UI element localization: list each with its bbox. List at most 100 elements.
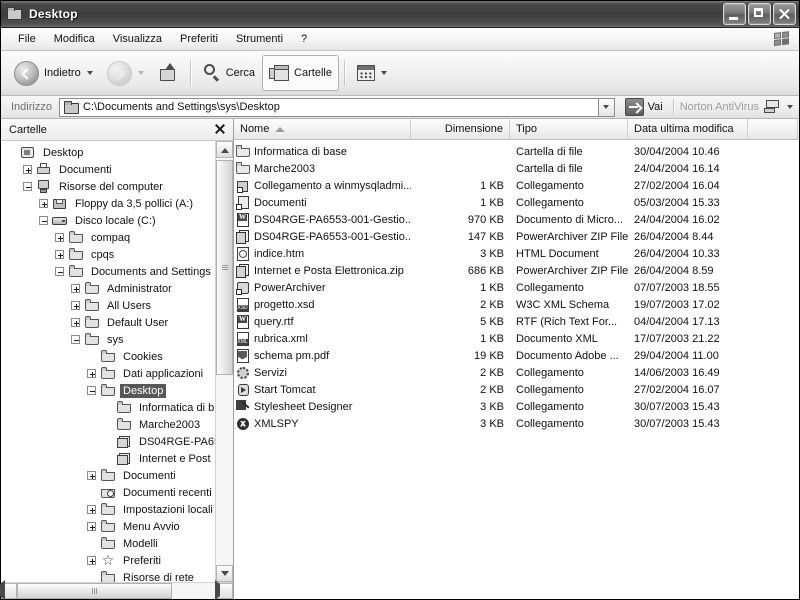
collapse-icon[interactable] [87,386,96,395]
expand-icon[interactable] [87,369,96,378]
back-button[interactable]: Indietro [7,55,100,91]
expand-icon[interactable] [87,522,96,531]
file-size-cell: 3 KB [480,417,504,430]
table-row[interactable]: Stylesheet Designer 3 KB Collegamento 30/07… [234,398,799,415]
tree-item[interactable]: Preferiti [1,552,215,569]
tree-item[interactable]: Cookies [1,348,215,365]
collapse-icon[interactable] [71,335,80,344]
tree-vertical-scrollbar[interactable] [215,141,233,582]
tree-item[interactable]: Risorse del computer [1,178,215,195]
table-row[interactable]: rubrica.xml 1 KB Documento XML 17/07/2003 2… [234,330,799,347]
tree-item[interactable]: Menu Avvio [1,518,215,535]
views-button[interactable] [350,55,394,91]
tree-vscroll-track[interactable] [216,158,233,565]
tree-vscroll-thumb[interactable] [216,160,233,375]
close-icon[interactable] [213,122,227,136]
menu-modifica[interactable]: Modifica [45,31,104,47]
table-row[interactable]: DS04RGE-PA6553-001-Gestio... 147 KB PowerA… [234,228,799,245]
tree-item[interactable]: Internet e Post [1,450,215,467]
tree-item[interactable]: cpqs [1,246,215,263]
address-dropdown-button[interactable] [597,97,615,117]
column-header[interactable]: Dimensione [411,119,510,139]
expand-icon[interactable] [87,556,96,565]
table-row[interactable]: indice.htm 3 KB HTML Document 26/04/2004 10… [234,245,799,262]
table-row[interactable]: Informatica di base Cartella di file 30/04… [234,143,799,160]
table-row[interactable]: Start Tomcat 2 KB Collegamento 27/02/2004 1… [234,381,799,398]
tree-item[interactable]: Floppy da 3,5 pollici (A:) [1,195,215,212]
back-dropdown-icon[interactable] [86,71,93,75]
column-header[interactable] [748,119,798,139]
scroll-right-button[interactable] [215,580,233,600]
tree-item[interactable]: Administrator [1,280,215,297]
minimize-button[interactable] [723,3,746,25]
tree-item[interactable]: Documents and Settings [1,263,215,280]
close-button[interactable] [773,3,796,25]
expand-icon[interactable] [39,199,48,208]
table-row[interactable]: Collegamento a winmysqladmi... 1 KB Colleg… [234,177,799,194]
file-list-body[interactable]: Informatica di base Cartella di file 30/04… [234,140,799,599]
table-row[interactable]: PowerArchiver 1 KB Collegamento 07/07/2003 … [234,279,799,296]
norton-dropdown-icon[interactable] [787,105,793,109]
menu-help[interactable]: ? [292,31,316,47]
tree-item[interactable]: Documenti [1,467,215,484]
tree-item[interactable]: All Users [1,297,215,314]
scroll-up-button[interactable] [216,141,233,158]
menu-visualizza[interactable]: Visualizza [104,31,171,47]
expand-icon[interactable] [87,471,96,480]
tree-item[interactable]: Documenti [1,161,215,178]
forward-button[interactable] [100,55,151,91]
maximize-button[interactable] [748,3,771,25]
tree-item[interactable]: DS04RGE-PA65 [1,433,215,450]
tree-item[interactable]: Default User [1,314,215,331]
tree-item[interactable]: Informatica di b [1,399,215,416]
table-row[interactable]: Documenti 1 KB Collegamento 05/03/2004 15.3… [234,194,799,211]
table-row[interactable]: progetto.xsd 2 KB W3C XML Schema 19/07/2003… [234,296,799,313]
tree-item[interactable]: Modelli [1,535,215,552]
tree-item[interactable]: Marche2003 [1,416,215,433]
table-row[interactable]: DS04RGE-PA6553-001-Gestio... 970 KB Docume… [234,211,799,228]
tree-item[interactable]: Desktop [1,382,215,399]
table-row[interactable]: schema pm.pdf 19 KB Documento Adobe ... 29/… [234,347,799,364]
tree-hscroll-thumb[interactable] [17,583,172,599]
tree-item[interactable]: Dati applicazioni [1,365,215,382]
tree-item[interactable]: compaq [1,229,215,246]
column-header[interactable]: Tipo [510,119,628,139]
views-dropdown-icon[interactable] [380,71,387,75]
collapse-icon[interactable] [55,267,64,276]
collapse-icon[interactable] [23,182,32,191]
folders-tree[interactable]: Desktop Documenti Risorse del computer Flop… [1,141,215,582]
expand-icon[interactable] [71,318,80,327]
tree-hscroll-track[interactable] [17,583,217,599]
expand-icon[interactable] [71,301,80,310]
tree-item[interactable]: Documenti recenti [1,484,215,501]
tree-item[interactable]: Impostazioni locali [1,501,215,518]
expand-icon[interactable] [23,165,32,174]
go-button[interactable]: Vai [621,97,667,117]
tree-item[interactable]: Disco locale (C:) [1,212,215,229]
address-input[interactable]: C:\Documents and Settings\sys\Desktop [58,97,598,117]
expand-icon[interactable] [55,250,64,259]
tree-horizontal-scrollbar[interactable] [0,580,233,600]
norton-antivirus-bar[interactable]: Norton AntiVirus [680,100,795,114]
expand-icon[interactable] [87,505,96,514]
up-button[interactable] [151,55,185,91]
tree-item[interactable]: Desktop [1,144,215,161]
collapse-icon[interactable] [39,216,48,225]
menu-strumenti[interactable]: Strumenti [227,31,292,47]
table-row[interactable]: query.rtf 5 KB RTF (Rich Text For... 04/04/… [234,313,799,330]
column-header[interactable]: Data ultima modifica [628,119,748,139]
table-row[interactable]: Marche2003 Cartella di file 24/04/2004 16.… [234,160,799,177]
table-row[interactable]: Internet e Posta Elettronica.zip 686 KB Po… [234,262,799,279]
expand-icon[interactable] [71,284,80,293]
scroll-left-button[interactable] [0,580,17,600]
folders-button[interactable]: Cartelle [262,55,339,91]
tree-item[interactable]: Risorse di rete [1,569,215,582]
search-button[interactable]: Cerca [196,55,262,91]
expand-icon[interactable] [55,233,64,242]
tree-item[interactable]: sys [1,331,215,348]
table-row[interactable]: Servizi 2 KB Collegamento 14/06/2003 16.49 [234,364,799,381]
menu-preferiti[interactable]: Preferiti [171,31,227,47]
menu-file[interactable]: File [9,31,45,47]
column-header[interactable]: Nome [234,119,411,139]
table-row[interactable]: XMLSPY 3 KB Collegamento 30/07/2003 15.43 [234,415,799,432]
